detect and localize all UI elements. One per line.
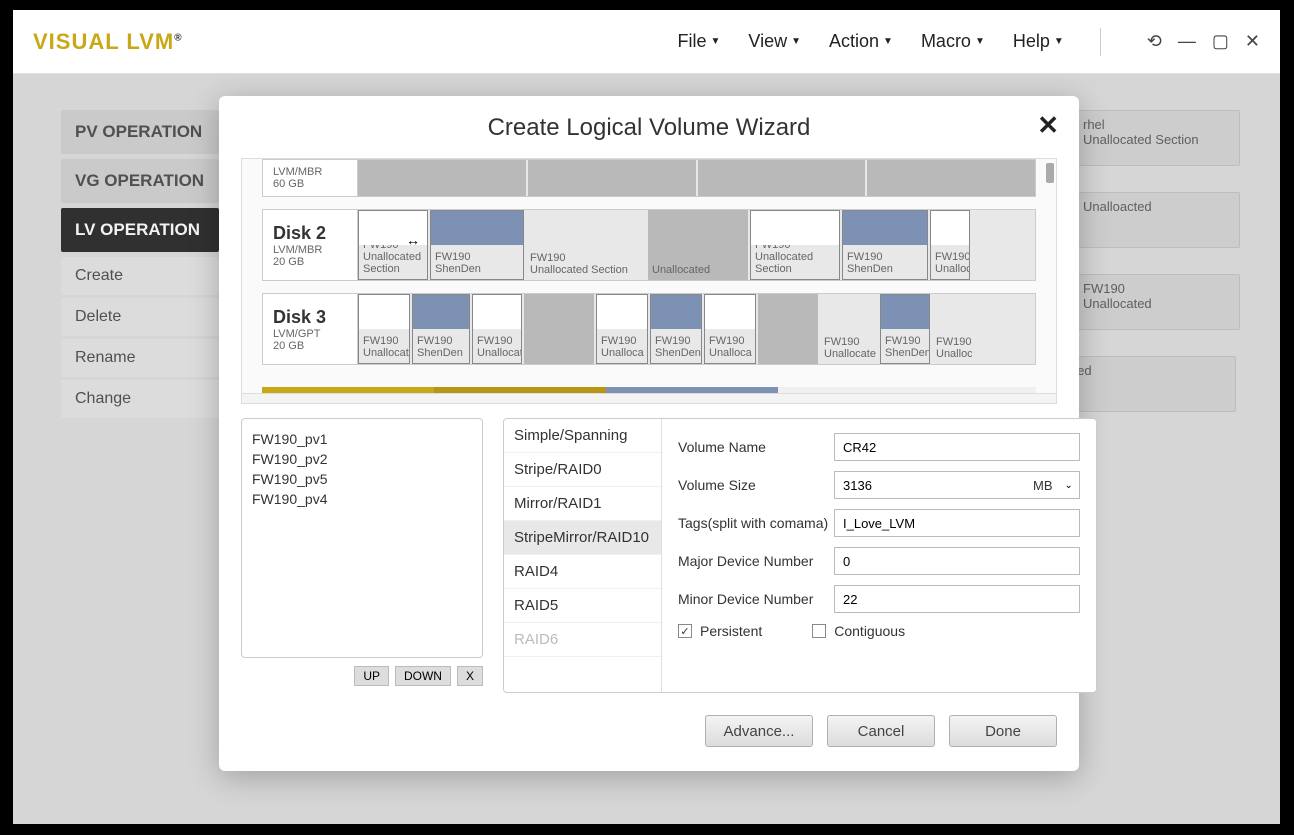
- close-icon[interactable]: ✕: [1037, 110, 1059, 141]
- volume-name-label: Volume Name: [678, 439, 834, 455]
- divider: [1100, 28, 1101, 56]
- major-input[interactable]: [834, 547, 1080, 575]
- persistent-label: Persistent: [700, 623, 762, 639]
- up-button[interactable]: UP: [354, 666, 389, 686]
- down-button[interactable]: DOWN: [395, 666, 451, 686]
- trademark: ®: [174, 32, 182, 43]
- volume-size-label: Volume Size: [678, 477, 834, 493]
- disk-selector: LVM/MBR 60 GB Disk 2 LVM/MBR 20 GB: [241, 158, 1057, 404]
- size-unit-dropdown[interactable]: ⌄: [1059, 480, 1079, 491]
- logo: VISUAL LVM®: [33, 29, 183, 55]
- disk2-label: Disk 2 LVM/MBR 20 GB: [262, 209, 358, 281]
- menu-action[interactable]: Action▼: [829, 31, 893, 52]
- refresh-icon[interactable]: ⟲: [1147, 31, 1162, 52]
- menu-help[interactable]: Help▼: [1013, 31, 1064, 52]
- contiguous-checkbox[interactable]: [812, 624, 826, 638]
- raid-mirror[interactable]: Mirror/RAID1: [504, 487, 661, 521]
- volume-size-input[interactable]: [835, 478, 1027, 493]
- raid-5[interactable]: RAID5: [504, 589, 661, 623]
- pv-item[interactable]: FW190_pv1: [252, 429, 472, 449]
- raid-stripemirror[interactable]: StripeMirror/RAID10: [504, 521, 661, 555]
- minimize-icon[interactable]: —: [1178, 31, 1196, 52]
- raid-6: RAID6: [504, 623, 661, 657]
- pv-item[interactable]: FW190_pv4: [252, 489, 472, 509]
- disk-label: LVM/MBR 60 GB: [262, 159, 358, 197]
- logo-text: VISUAL LVM: [33, 29, 174, 54]
- major-label: Major Device Number: [678, 553, 834, 569]
- disk3-partitions[interactable]: FW190Unallocated FW190ShenDen FW190Unall…: [358, 293, 1036, 365]
- persistent-checkbox[interactable]: ✓: [678, 624, 692, 638]
- horizontal-scrollbar[interactable]: [242, 393, 1056, 404]
- header: VISUAL LVM® File▼ View▼ Action▼ Macro▼ H…: [13, 10, 1280, 74]
- volume-name-input[interactable]: [834, 433, 1080, 461]
- raid-stripe[interactable]: Stripe/RAID0: [504, 453, 661, 487]
- contiguous-label: Contiguous: [834, 623, 905, 639]
- raid-simple[interactable]: Simple/Spanning: [504, 419, 661, 453]
- maximize-icon[interactable]: ▢: [1212, 31, 1229, 52]
- cancel-button[interactable]: Cancel: [827, 715, 935, 747]
- menu-view[interactable]: View▼: [748, 31, 801, 52]
- minor-label: Minor Device Number: [678, 591, 834, 607]
- close-window-icon[interactable]: ✕: [1245, 31, 1260, 52]
- resize-cursor-icon[interactable]: ↔: [406, 232, 420, 248]
- volume-form: Volume Name Volume Size MB ⌄: [662, 419, 1096, 692]
- remove-button[interactable]: X: [457, 666, 483, 686]
- done-button[interactable]: Done: [949, 715, 1057, 747]
- tags-label: Tags(split with comama): [678, 515, 834, 531]
- scrollbar[interactable]: [1046, 163, 1054, 183]
- tags-input[interactable]: [834, 509, 1080, 537]
- pv-item[interactable]: FW190_pv2: [252, 449, 472, 469]
- menu-macro[interactable]: Macro▼: [921, 31, 985, 52]
- disk3-label: Disk 3 LVM/GPT 20 GB: [262, 293, 358, 365]
- create-lv-wizard-modal: ✕ Create Logical Volume Wizard LVM/MBR 6…: [219, 96, 1079, 771]
- raid-type-list: Simple/Spanning Stripe/RAID0 Mirror/RAID…: [504, 419, 662, 692]
- disk2-partitions[interactable]: FW190Unallocated Section ↔ FW190ShenDen …: [358, 209, 1036, 281]
- modal-title: Create Logical Volume Wizard: [241, 114, 1057, 142]
- minor-input[interactable]: [834, 585, 1080, 613]
- advance-button[interactable]: Advance...: [705, 715, 813, 747]
- raid-4[interactable]: RAID4: [504, 555, 661, 589]
- pv-list[interactable]: FW190_pv1 FW190_pv2 FW190_pv5 FW190_pv4: [241, 418, 483, 658]
- size-unit: MB: [1027, 478, 1059, 493]
- pv-item[interactable]: FW190_pv5: [252, 469, 472, 489]
- menu-file[interactable]: File▼: [677, 31, 720, 52]
